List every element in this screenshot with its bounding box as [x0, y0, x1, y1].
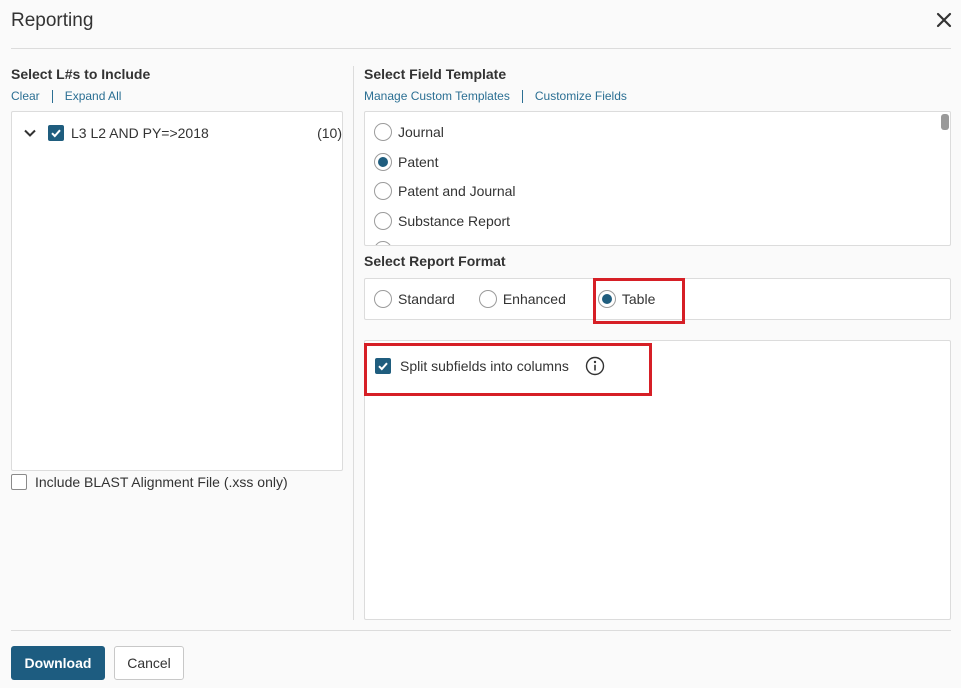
template-option-patent-and-journal[interactable]: Patent and Journal — [374, 180, 516, 202]
clear-link[interactable]: Clear — [11, 89, 40, 103]
tree-item-l3: L3 L2 AND PY=>2018 (10) — [22, 122, 342, 144]
template-radio[interactable] — [374, 241, 392, 245]
close-icon[interactable] — [934, 10, 954, 30]
cancel-button[interactable]: Cancel — [114, 646, 184, 680]
expand-all-link[interactable]: Expand All — [65, 89, 122, 103]
format-radio[interactable] — [478, 290, 497, 308]
header-divider — [11, 48, 951, 49]
link-separator — [51, 89, 53, 103]
tree-item-label: L3 L2 AND PY=>2018 — [71, 125, 209, 141]
left-links: Clear Expand All — [11, 89, 121, 103]
chevron-down-icon[interactable] — [22, 125, 38, 141]
tree-item-checkbox[interactable] — [48, 125, 64, 141]
select-field-template-title: Select Field Template — [364, 66, 507, 82]
link-separator — [521, 89, 523, 103]
tree-item-count: (10) — [317, 125, 342, 141]
template-option-journal[interactable]: Journal — [374, 121, 516, 143]
template-label: Patent — [398, 153, 439, 170]
split-subfields-highlight-box — [364, 343, 652, 396]
format-radio[interactable] — [374, 290, 392, 308]
template-radio[interactable] — [374, 182, 392, 200]
template-option-substance-report[interactable]: Substance Report — [374, 210, 516, 232]
template-scrollbar[interactable] — [941, 113, 949, 243]
format-label: Standard — [398, 291, 455, 307]
dialog-title: Reporting — [11, 10, 94, 31]
include-blast-option[interactable]: Include BLAST Alignment File (.xss only) — [11, 474, 288, 490]
template-label: Journal — [398, 124, 444, 140]
column-divider — [353, 66, 354, 620]
template-radio-group: Journal Patent Patent and Journal Substa… — [374, 121, 516, 245]
template-option-patent[interactable]: Patent — [374, 151, 516, 173]
download-button[interactable]: Download — [11, 646, 105, 680]
select-l-numbers-title: Select L#s to Include — [11, 66, 151, 82]
template-radio[interactable] — [374, 211, 392, 230]
select-report-format-title: Select Report Format — [364, 253, 506, 269]
format-label: Enhanced — [502, 291, 566, 307]
template-radio[interactable] — [374, 152, 392, 171]
include-blast-label: Include BLAST Alignment File (.xss only) — [35, 474, 288, 490]
template-radio[interactable] — [374, 123, 392, 141]
template-label: Patent and Journal — [398, 183, 516, 199]
format-option-enhanced[interactable]: Enhanced — [478, 288, 566, 310]
format-option-standard[interactable]: Standard — [374, 288, 455, 310]
footer-divider — [11, 630, 951, 631]
template-links: Manage Custom Templates Customize Fields — [364, 89, 627, 103]
manage-custom-templates-link[interactable]: Manage Custom Templates — [364, 89, 510, 103]
include-blast-checkbox[interactable] — [11, 474, 27, 490]
field-template-list: Journal Patent Patent and Journal Substa… — [364, 111, 951, 246]
reporting-dialog: Reporting Select L#s to Include Clear Ex… — [0, 0, 961, 688]
l-number-tree-panel: L3 L2 AND PY=>2018 (10) — [11, 111, 343, 471]
customize-fields-link[interactable]: Customize Fields — [535, 89, 627, 103]
template-label: Substance Report — [398, 212, 511, 229]
template-scroll-thumb[interactable] — [941, 114, 949, 130]
table-highlight-box — [593, 278, 685, 324]
template-option-partial — [374, 239, 516, 245]
